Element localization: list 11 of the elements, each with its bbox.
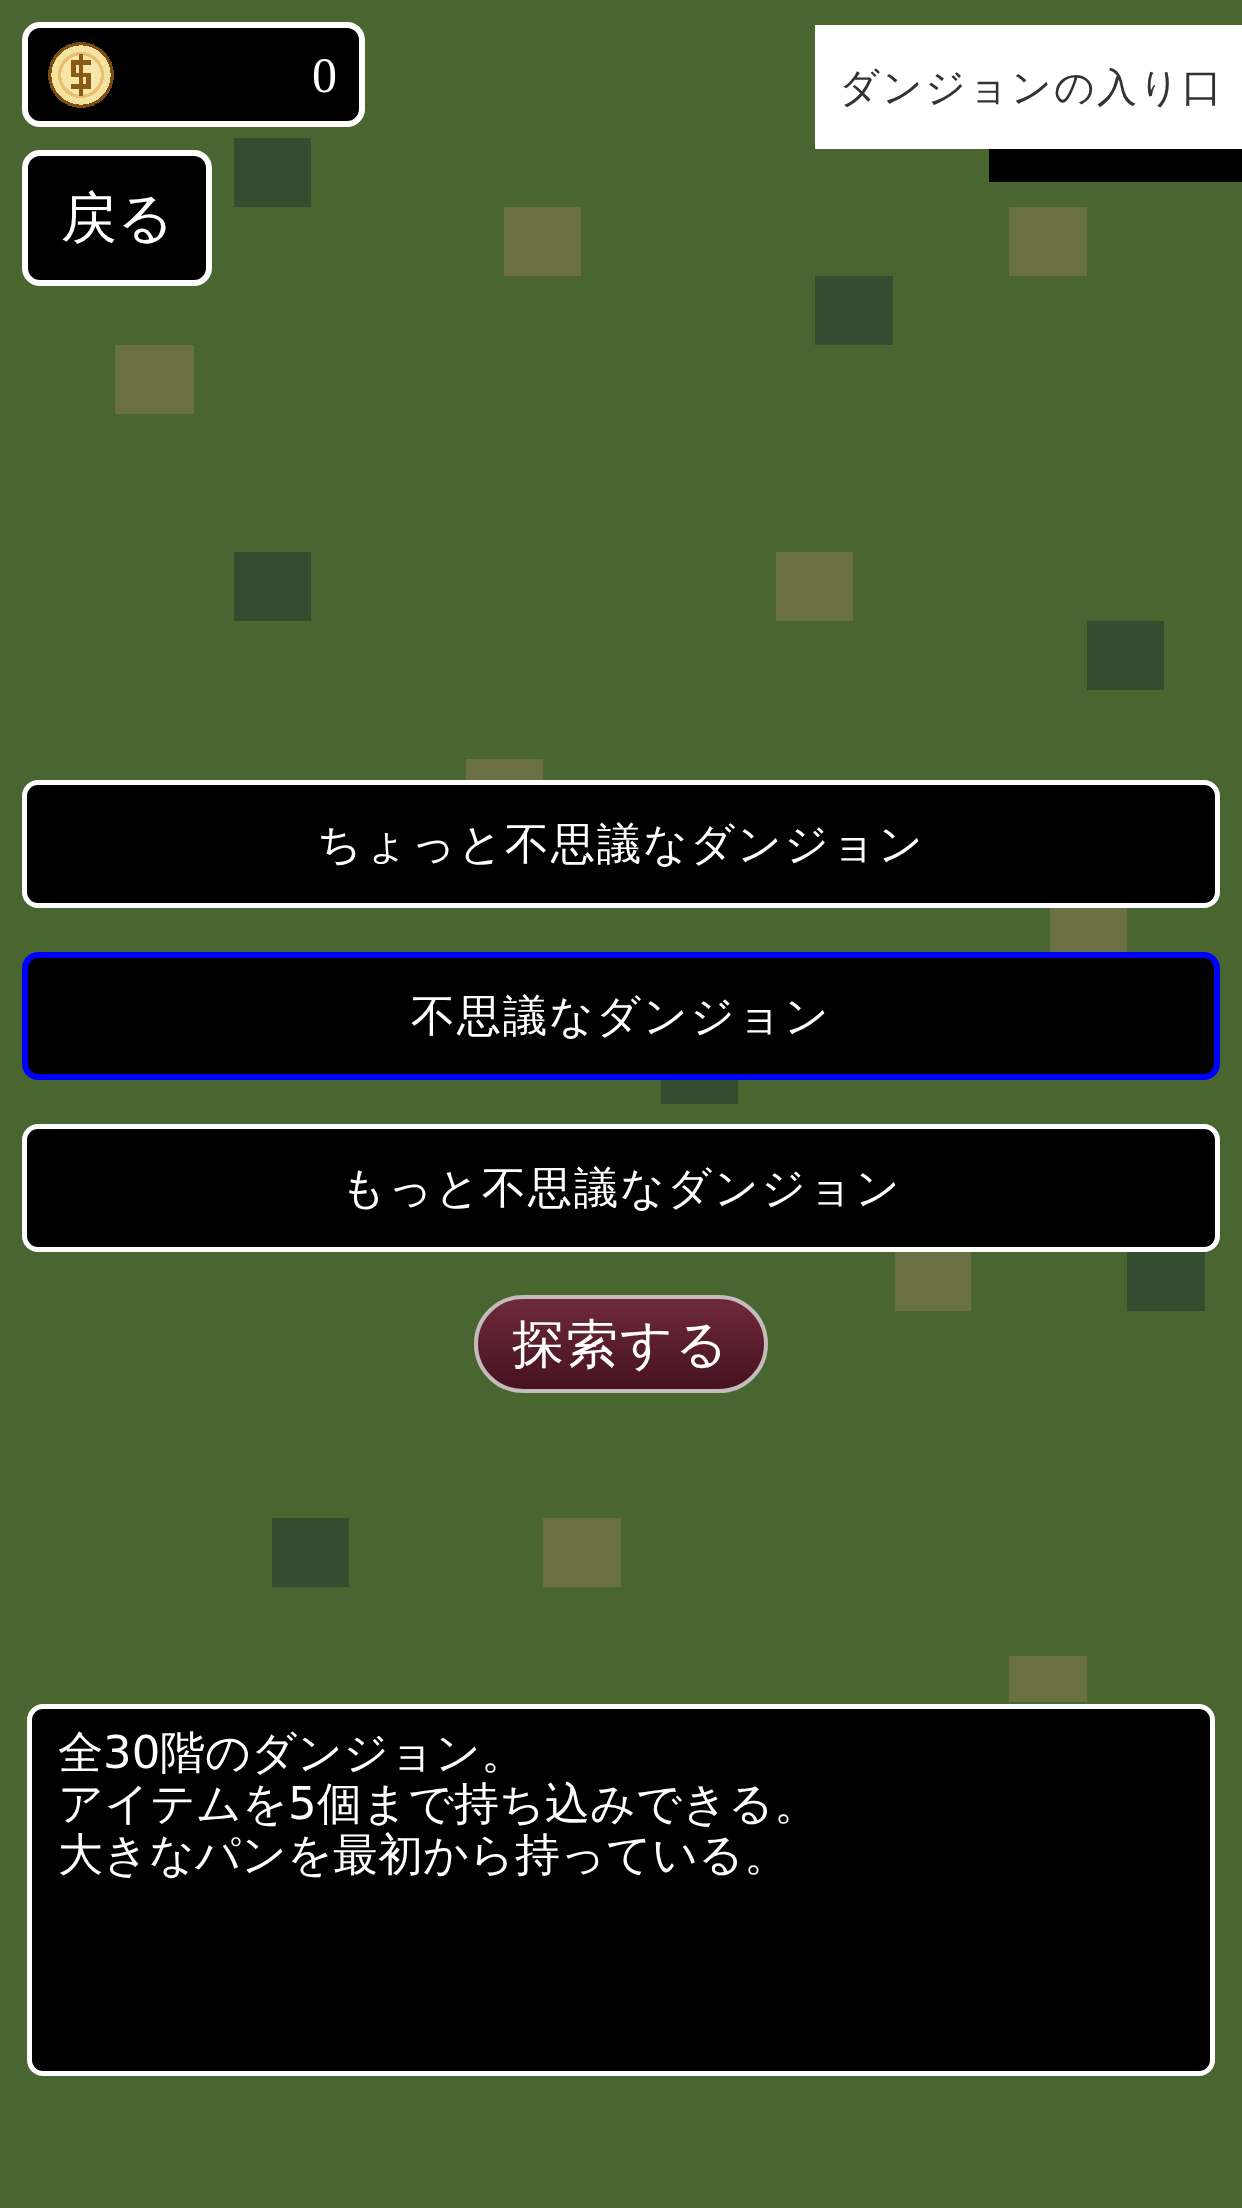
dungeon-option[interactable]: ちょっと不思議なダンジョン bbox=[22, 780, 1220, 908]
coin-amount: 0 bbox=[312, 49, 337, 100]
coin-icon bbox=[48, 41, 114, 108]
description-line: 大きなパンを最初から持っている。 bbox=[58, 1829, 789, 1880]
dungeon-option[interactable]: 不思議なダンジョン bbox=[22, 952, 1220, 1080]
description-line: 全30階のダンジョン。 bbox=[58, 1727, 527, 1778]
screen-title: ダンジョンの入り口 bbox=[839, 67, 1224, 107]
explore-button[interactable]: 探索する bbox=[474, 1295, 768, 1393]
dungeon-option[interactable]: もっと不思議なダンジョン bbox=[22, 1124, 1220, 1252]
back-button[interactable]: 戻る bbox=[22, 150, 212, 286]
description-line: アイテムを5個まで持ち込みできる。 bbox=[58, 1778, 819, 1829]
